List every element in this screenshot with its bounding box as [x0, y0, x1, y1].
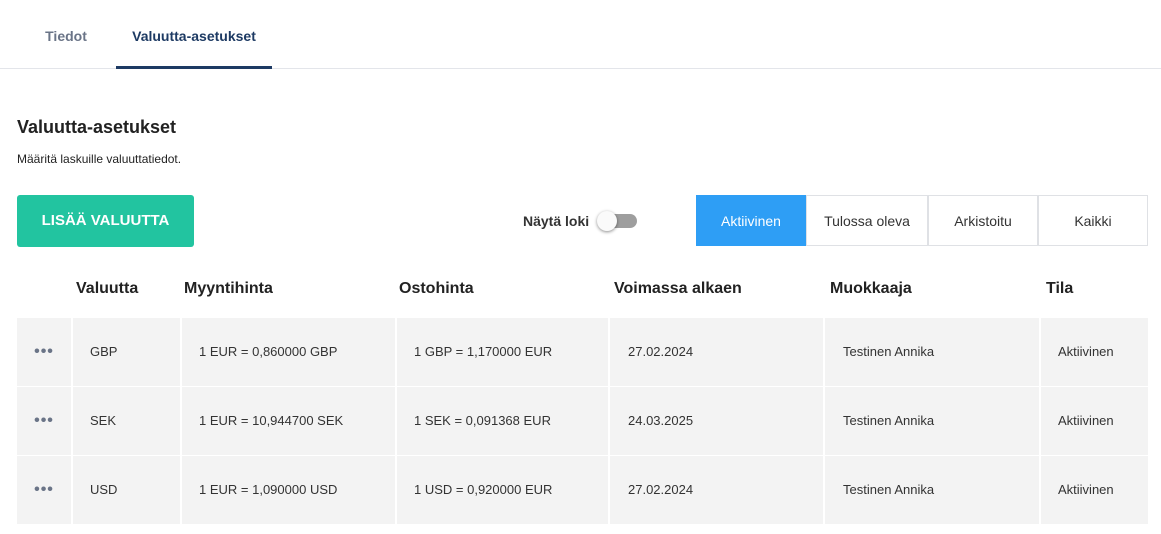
row-menu-button[interactable]: ••• [17, 387, 71, 455]
cell-editor: Testinen Annika [825, 387, 1039, 455]
add-currency-button[interactable]: LISÄÄ VALUUTTA [17, 195, 194, 247]
cell-valid-from: 27.02.2024 [610, 456, 823, 524]
row-menu-button[interactable]: ••• [17, 318, 71, 386]
page-description: Määritä laskuille valuuttatiedot. [17, 152, 182, 166]
column-header-valuutta: Valuutta [76, 280, 139, 297]
show-log-label: Näytä loki [523, 213, 590, 229]
cell-sell-rate: 1 EUR = 1,090000 USD [182, 456, 395, 524]
cell-currency: GBP [73, 318, 180, 386]
cell-buy-rate: 1 SEK = 0,091368 EUR [397, 387, 608, 455]
tab-tiedot[interactable]: Tiedot [30, 0, 102, 68]
cell-currency: SEK [73, 387, 180, 455]
tab-bar: Tiedot Valuutta-asetukset [0, 0, 1161, 69]
cell-valid-from: 27.02.2024 [610, 318, 823, 386]
cell-status: Aktiivinen [1041, 456, 1148, 524]
page-title: Valuutta-asetukset [17, 117, 177, 137]
cell-status: Aktiivinen [1041, 387, 1148, 455]
cell-valid-from: 24.03.2025 [610, 387, 823, 455]
table-row: ••• SEK 1 EUR = 10,944700 SEK 1 SEK = 0,… [17, 387, 1148, 455]
filter-arkistoitu[interactable]: Arkistoitu [928, 195, 1038, 246]
cell-editor: Testinen Annika [825, 456, 1039, 524]
more-dots-icon: ••• [34, 481, 54, 498]
cell-sell-rate: 1 EUR = 10,944700 SEK [182, 387, 395, 455]
cell-buy-rate: 1 GBP = 1,170000 EUR [397, 318, 608, 386]
column-header-muokkaaja: Muokkaaja [830, 280, 912, 297]
cell-currency: USD [73, 456, 180, 524]
filter-tulossa-oleva[interactable]: Tulossa oleva [806, 195, 928, 246]
cell-sell-rate: 1 EUR = 0,860000 GBP [182, 318, 395, 386]
more-dots-icon: ••• [34, 412, 54, 429]
table-row: ••• GBP 1 EUR = 0,860000 GBP 1 GBP = 1,1… [17, 318, 1148, 386]
filter-kaikki[interactable]: Kaikki [1038, 195, 1148, 246]
toggle-knob [597, 211, 617, 231]
row-menu-button[interactable]: ••• [17, 456, 71, 524]
tab-valuutta-asetukset[interactable]: Valuutta-asetukset [116, 0, 272, 69]
column-header-tila: Tila [1046, 280, 1074, 297]
column-header-voimassa-alkaen: Voimassa alkaen [614, 280, 742, 297]
table-row: ••• USD 1 EUR = 1,090000 USD 1 USD = 0,9… [17, 456, 1148, 524]
filter-aktiivinen[interactable]: Aktiivinen [696, 195, 806, 246]
cell-buy-rate: 1 USD = 0,920000 EUR [397, 456, 608, 524]
show-log-toggle[interactable] [597, 211, 639, 231]
cell-status: Aktiivinen [1041, 318, 1148, 386]
more-dots-icon: ••• [34, 343, 54, 360]
cell-editor: Testinen Annika [825, 318, 1039, 386]
column-header-ostohinta: Ostohinta [399, 280, 474, 297]
column-header-myyntihinta: Myyntihinta [184, 280, 273, 297]
